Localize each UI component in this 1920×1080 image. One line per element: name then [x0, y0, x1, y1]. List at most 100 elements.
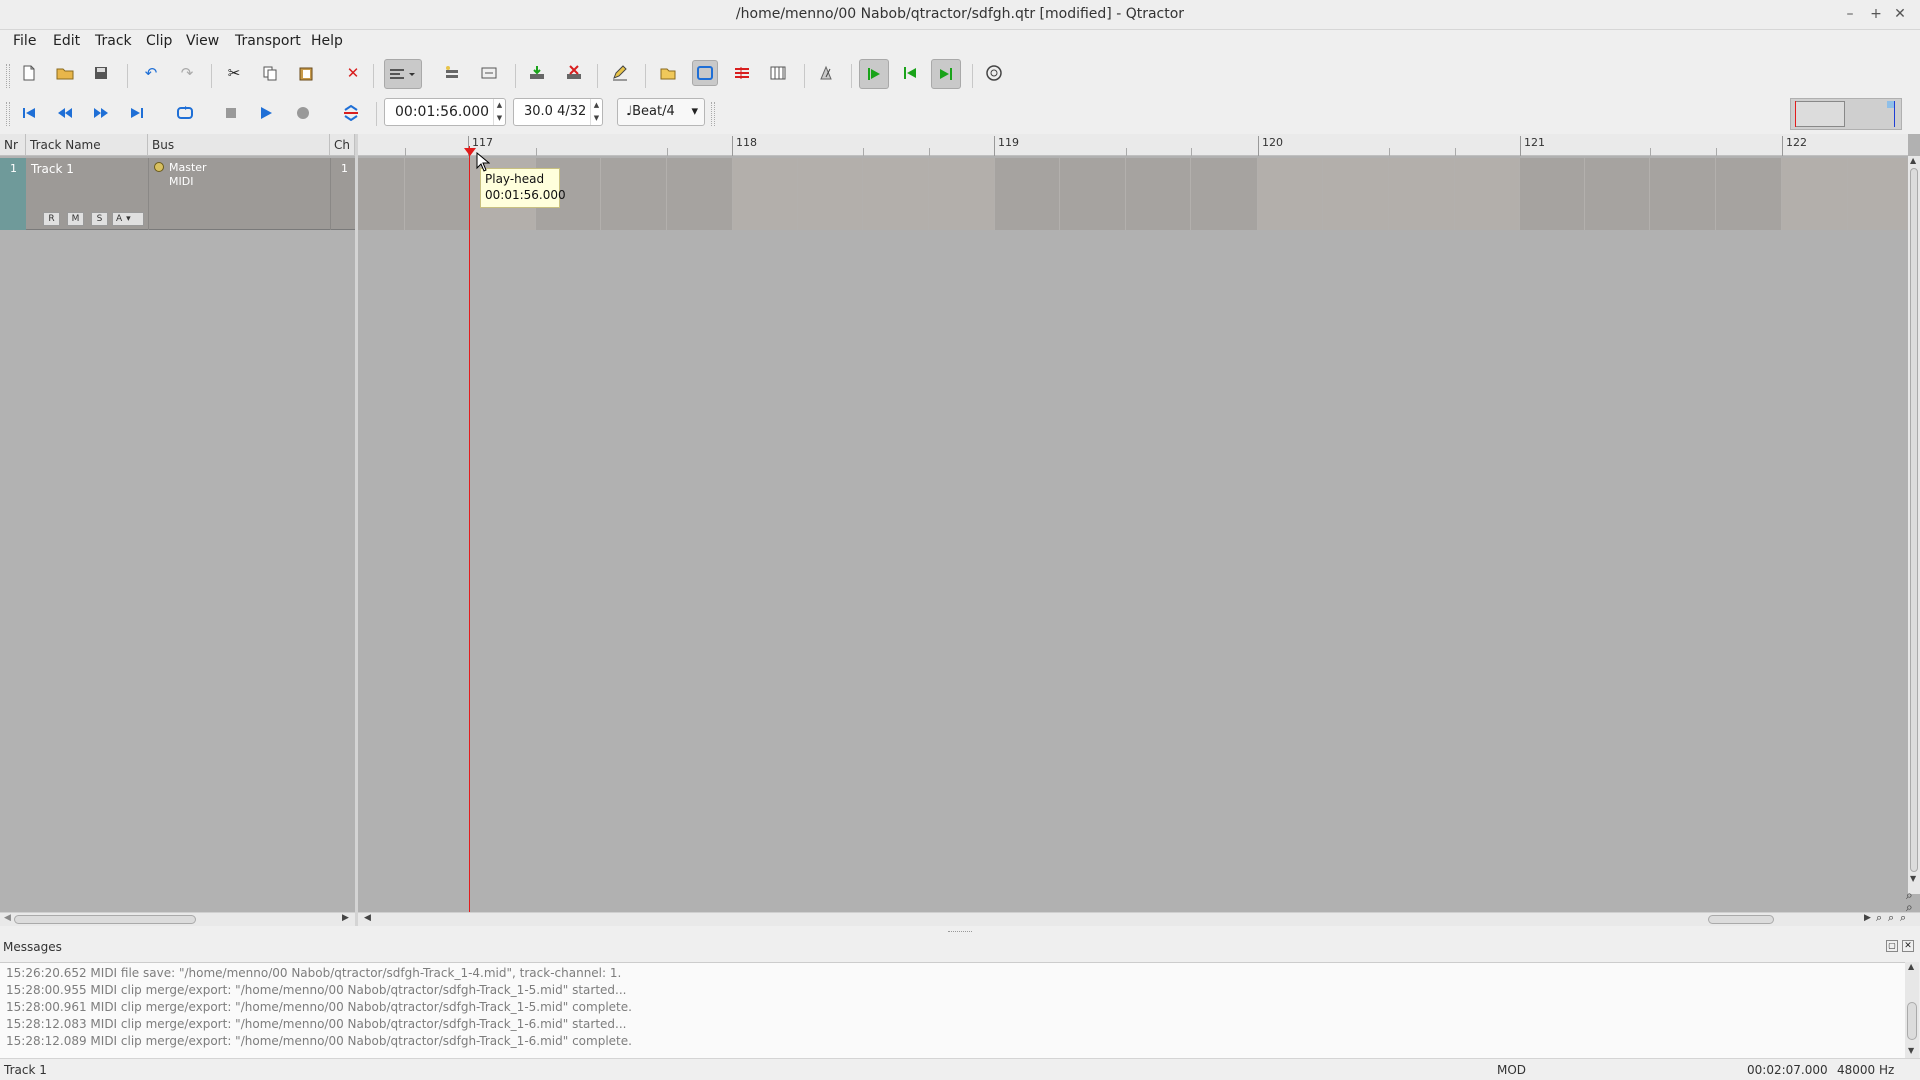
backward-to-start-icon[interactable] [16, 100, 42, 126]
trackview-vscrollbar[interactable]: ▲ ▼ [1908, 156, 1920, 894]
close-window-button[interactable]: ✕ [1890, 4, 1910, 24]
toolbar-handle[interactable] [6, 64, 10, 88]
toolbar-handle[interactable] [6, 102, 10, 126]
tempo-spin-arrows[interactable]: ▲ ▼ [590, 99, 602, 125]
thumbview-viewport[interactable] [1795, 101, 1845, 127]
edit-mode-dropdown[interactable] [384, 59, 422, 89]
menu-transport[interactable]: Transport [235, 33, 301, 49]
menu-edit[interactable]: Edit [53, 33, 80, 49]
track-properties-icon[interactable] [476, 60, 502, 86]
scroll-down-icon[interactable]: ▼ [1910, 874, 1916, 883]
track-view[interactable]: 117 118 119 120 121 122 Play-head 00:01:… [358, 134, 1920, 926]
scrollbar-thumb[interactable] [1910, 168, 1918, 872]
trackview-hscrollbar[interactable]: ◀ ▶ ⌕ ⌕ ⌕ [358, 911, 1920, 926]
time-spin-arrows[interactable]: ▲ ▼ [493, 99, 505, 125]
punch-in-icon[interactable] [897, 60, 923, 86]
menu-help[interactable]: Help [311, 33, 343, 49]
loop-icon[interactable] [172, 100, 198, 126]
time-spinbox[interactable]: 00:01:56.000 ▲ ▼ [384, 98, 506, 126]
header-ch[interactable]: Ch [330, 134, 355, 156]
scroll-down-icon[interactable]: ▼ [1908, 1046, 1914, 1055]
rewind-icon[interactable] [52, 100, 78, 126]
punch-out-icon[interactable] [931, 59, 961, 89]
header-track-name[interactable]: Track Name [26, 134, 148, 156]
open-folder-icon[interactable] [52, 60, 78, 86]
menu-clip[interactable]: Clip [146, 33, 172, 49]
forward-to-end-icon[interactable] [124, 100, 150, 126]
metronome-icon[interactable] [813, 60, 839, 86]
paste-icon[interactable] [293, 60, 319, 86]
copy-icon[interactable] [257, 60, 283, 86]
track-lane[interactable] [358, 158, 1908, 230]
mixer-icon[interactable] [729, 60, 755, 86]
maximize-button[interactable]: + [1866, 4, 1886, 24]
zoom-out-icon[interactable]: ⌕ [1888, 911, 1894, 925]
status-sample-rate: 48000 Hz [1837, 1063, 1895, 1077]
solo-button[interactable]: S [91, 212, 108, 226]
record-icon[interactable] [290, 100, 316, 126]
channel-cell[interactable]: 1 [330, 158, 355, 230]
mute-button[interactable]: M [67, 212, 84, 226]
import-tracks-icon[interactable] [524, 60, 550, 86]
zoom-in-icon[interactable]: ⌕ [1876, 911, 1882, 925]
spin-down-icon[interactable]: ▼ [591, 112, 602, 125]
connections-icon[interactable] [692, 60, 718, 86]
scroll-left-icon[interactable]: ◀ [364, 913, 371, 923]
save-icon[interactable] [88, 60, 114, 86]
float-panel-icon[interactable]: ▢ [1886, 940, 1898, 952]
new-file-icon[interactable] [16, 60, 42, 86]
playhead-line[interactable] [469, 146, 470, 926]
delete-icon[interactable]: ✕ [340, 60, 366, 86]
follow-playhead-icon[interactable] [859, 59, 889, 89]
scrollbar-thumb[interactable] [1907, 1002, 1917, 1040]
spin-up-icon[interactable]: ▲ [591, 99, 602, 112]
header-nr[interactable]: Nr [0, 134, 26, 156]
track-name[interactable]: Track 1 [31, 162, 74, 176]
spin-up-icon[interactable]: ▲ [494, 99, 505, 112]
stop-icon[interactable] [218, 100, 244, 126]
bus-cell[interactable]: Master MIDI [148, 158, 330, 230]
scroll-up-icon[interactable]: ▲ [1908, 962, 1914, 971]
header-bus[interactable]: Bus [148, 134, 330, 156]
scrollbar-thumb[interactable] [14, 915, 196, 924]
close-panel-icon[interactable]: ✕ [1902, 940, 1914, 952]
menu-file[interactable]: File [13, 33, 36, 49]
spin-down-icon[interactable]: ▼ [494, 112, 505, 125]
scroll-right-icon[interactable]: ▶ [342, 913, 349, 923]
thumbview[interactable] [1790, 98, 1902, 130]
splitter-grip[interactable] [948, 931, 972, 933]
toolbar-handle[interactable] [711, 102, 715, 126]
messages-vscrollbar[interactable]: ▲ ▼ [1905, 962, 1919, 1058]
minimize-button[interactable]: – [1840, 4, 1860, 24]
snap-combobox[interactable]: ♩Beat/4 ▾ [617, 98, 705, 126]
tracklist-hscrollbar[interactable]: ◀ ▶ [0, 912, 355, 926]
playhead-tooltip: Play-head 00:01:56.000 [480, 168, 566, 208]
menu-track[interactable]: Track [95, 33, 132, 49]
messages-splitter[interactable] [0, 928, 1920, 936]
fast-forward-icon[interactable] [88, 100, 114, 126]
tempo-spinbox[interactable]: 30.0 4/32 ▲ ▼ [513, 98, 603, 126]
playhead-marker-icon[interactable] [464, 148, 476, 156]
scroll-up-icon[interactable]: ▲ [1910, 156, 1916, 165]
instruments-icon[interactable] [765, 60, 791, 86]
scroll-left-icon[interactable]: ◀ [4, 913, 11, 923]
record-arm-button[interactable]: R [43, 212, 60, 226]
pencil-icon[interactable] [607, 60, 633, 86]
redo-icon[interactable]: ↷ [174, 60, 200, 86]
undo-icon[interactable]: ↶ [138, 60, 164, 86]
track-add-icon[interactable] [439, 60, 465, 86]
play-icon[interactable] [253, 100, 279, 126]
remove-track-icon[interactable] [561, 60, 587, 86]
punch-transport-icon[interactable] [338, 100, 364, 126]
messages-log[interactable]: 15:26:20.652 MIDI file save: "/home/menn… [0, 962, 1905, 1058]
scrollbar-thumb[interactable] [1708, 915, 1774, 924]
cut-icon[interactable]: ✂ [221, 60, 247, 86]
track-row[interactable]: 1 Track 1 R M S A ▾ Master MIDI 1 [0, 158, 355, 230]
time-ruler[interactable]: 117 118 119 120 121 122 [358, 134, 1908, 156]
scroll-right-icon[interactable]: ▶ [1864, 913, 1871, 923]
menu-view[interactable]: View [186, 33, 219, 49]
files-icon[interactable] [655, 60, 681, 86]
panic-icon[interactable] [981, 60, 1007, 86]
zoom-reset-icon[interactable]: ⌕ [1900, 911, 1906, 925]
automation-button[interactable]: A ▾ [112, 212, 144, 226]
